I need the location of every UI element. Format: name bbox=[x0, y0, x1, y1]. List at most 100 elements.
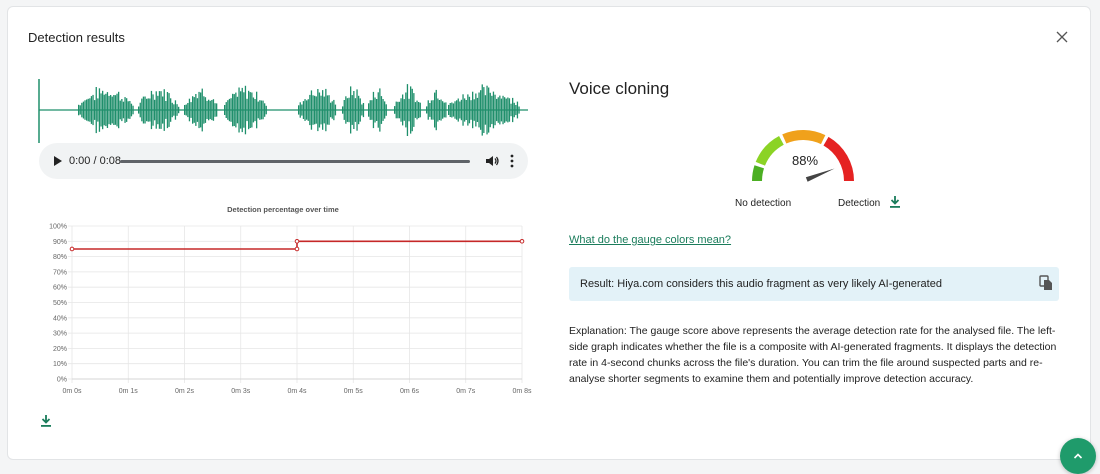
chevron-up-icon bbox=[1073, 453, 1083, 459]
data-point[interactable] bbox=[294, 239, 300, 244]
waveform-bar bbox=[200, 92, 202, 128]
waveform-bar bbox=[516, 101, 519, 119]
waveform-bar bbox=[298, 105, 300, 115]
waveform-bar bbox=[442, 101, 444, 119]
waveform-bar bbox=[122, 101, 125, 119]
waveform-bar bbox=[201, 88, 203, 132]
waveform-bar bbox=[314, 95, 316, 125]
waveform-bar bbox=[331, 101, 333, 119]
waveform-bar bbox=[304, 99, 306, 121]
x-tick-label: 0m 3s bbox=[231, 388, 251, 395]
waveform-bar bbox=[379, 88, 381, 132]
waveform-bar bbox=[320, 95, 322, 125]
close-icon[interactable] bbox=[1054, 29, 1070, 45]
waveform-bar bbox=[351, 95, 353, 125]
waveform-bar bbox=[427, 100, 429, 120]
waveform-bar bbox=[418, 102, 420, 119]
waveform-bar bbox=[212, 99, 215, 121]
waveform-bar bbox=[362, 103, 365, 118]
waveform-bar bbox=[328, 95, 330, 125]
y-tick-label: 50% bbox=[53, 300, 67, 307]
waveform-bar bbox=[462, 94, 464, 126]
waveform-bar bbox=[126, 98, 128, 122]
waveform-bar bbox=[228, 98, 231, 122]
data-point[interactable] bbox=[519, 239, 525, 244]
waveform-bar bbox=[510, 103, 512, 117]
waveform-bar bbox=[478, 92, 480, 128]
waveform-bar bbox=[518, 106, 520, 114]
waveform-bar bbox=[178, 106, 180, 114]
more-options-icon[interactable] bbox=[508, 154, 516, 168]
waveform-bar bbox=[168, 93, 170, 127]
gauge-colors-link[interactable]: What do the gauge colors mean? bbox=[569, 234, 731, 246]
waveform-bar bbox=[491, 95, 493, 125]
waveform-bar bbox=[225, 102, 227, 118]
waveform-bar bbox=[160, 91, 162, 129]
waveform-bar bbox=[359, 98, 361, 122]
x-tick-label: 0m 1s bbox=[119, 388, 139, 395]
playback-time: 0:00 / 0:08 bbox=[69, 155, 121, 167]
waveform-bar bbox=[196, 98, 199, 122]
y-tick-label: 60% bbox=[53, 285, 67, 292]
waveform-bar bbox=[170, 98, 172, 122]
waveform-bar bbox=[497, 97, 499, 123]
waveform-bar bbox=[432, 100, 434, 120]
waveform-bar bbox=[499, 95, 501, 125]
waveform-bar bbox=[150, 90, 153, 130]
download-chart-icon[interactable] bbox=[39, 414, 53, 428]
waveform-bar bbox=[343, 100, 345, 120]
waveform-bar bbox=[309, 94, 311, 126]
waveform-bar bbox=[87, 98, 89, 122]
chart-title: Detection percentage over time bbox=[227, 205, 339, 214]
waveform-bar bbox=[155, 91, 157, 129]
waveform-bar bbox=[203, 96, 205, 124]
waveform-bar bbox=[310, 90, 313, 130]
waveform-bar bbox=[124, 97, 126, 123]
waveform-bar bbox=[472, 91, 474, 129]
x-tick-label: 0m 8s bbox=[512, 388, 532, 395]
download-icon[interactable] bbox=[889, 195, 901, 209]
waveform-bar bbox=[105, 93, 107, 127]
waveform-bar bbox=[318, 92, 321, 128]
detection-results-panel: Detection results 0:00 / 0:08 Detection … bbox=[7, 6, 1091, 460]
volume-icon[interactable] bbox=[485, 154, 499, 168]
scroll-to-top-button[interactable] bbox=[1060, 438, 1096, 474]
waveform-bar bbox=[454, 101, 456, 119]
x-tick-label: 0m 6s bbox=[400, 388, 420, 395]
waveform-bar bbox=[94, 100, 96, 120]
waveform-bar bbox=[426, 106, 428, 114]
copy-icon[interactable] bbox=[1039, 275, 1053, 291]
waveform-bar bbox=[251, 92, 253, 128]
waveform-bar bbox=[470, 100, 472, 120]
waveform-bar bbox=[504, 97, 506, 123]
waveform-bar bbox=[445, 102, 447, 118]
waveform-bar bbox=[402, 94, 404, 126]
waveform-bar bbox=[129, 101, 131, 119]
waveform-bar bbox=[102, 90, 104, 130]
waveform-bar bbox=[90, 96, 93, 124]
waveform-bar bbox=[361, 104, 363, 116]
gauge-needle bbox=[805, 168, 835, 182]
data-point[interactable] bbox=[69, 246, 75, 252]
gauge-label-high: Detection bbox=[838, 198, 881, 209]
waveform-bar bbox=[113, 95, 115, 125]
waveform-bar bbox=[174, 100, 177, 120]
waveform-bar bbox=[162, 96, 164, 124]
waveform-bar bbox=[323, 96, 325, 124]
audio-waveform[interactable] bbox=[38, 77, 528, 149]
playback-progress-slider[interactable] bbox=[120, 160, 470, 163]
waveform-bar bbox=[198, 91, 200, 129]
waveform-bar bbox=[368, 103, 370, 117]
waveform-bar bbox=[449, 103, 451, 117]
waveform-bar bbox=[374, 97, 376, 123]
waveform-bar bbox=[410, 86, 412, 134]
waveform-bar bbox=[214, 103, 216, 117]
x-tick-label: 0m 4s bbox=[287, 388, 307, 395]
data-point[interactable] bbox=[294, 246, 300, 252]
x-tick-label: 0m 7s bbox=[456, 388, 476, 395]
y-tick-label: 80% bbox=[53, 254, 67, 261]
waveform-bar bbox=[481, 84, 483, 136]
waveform-bar bbox=[369, 100, 371, 120]
play-icon[interactable] bbox=[53, 156, 63, 166]
waveform-bar bbox=[440, 99, 442, 121]
